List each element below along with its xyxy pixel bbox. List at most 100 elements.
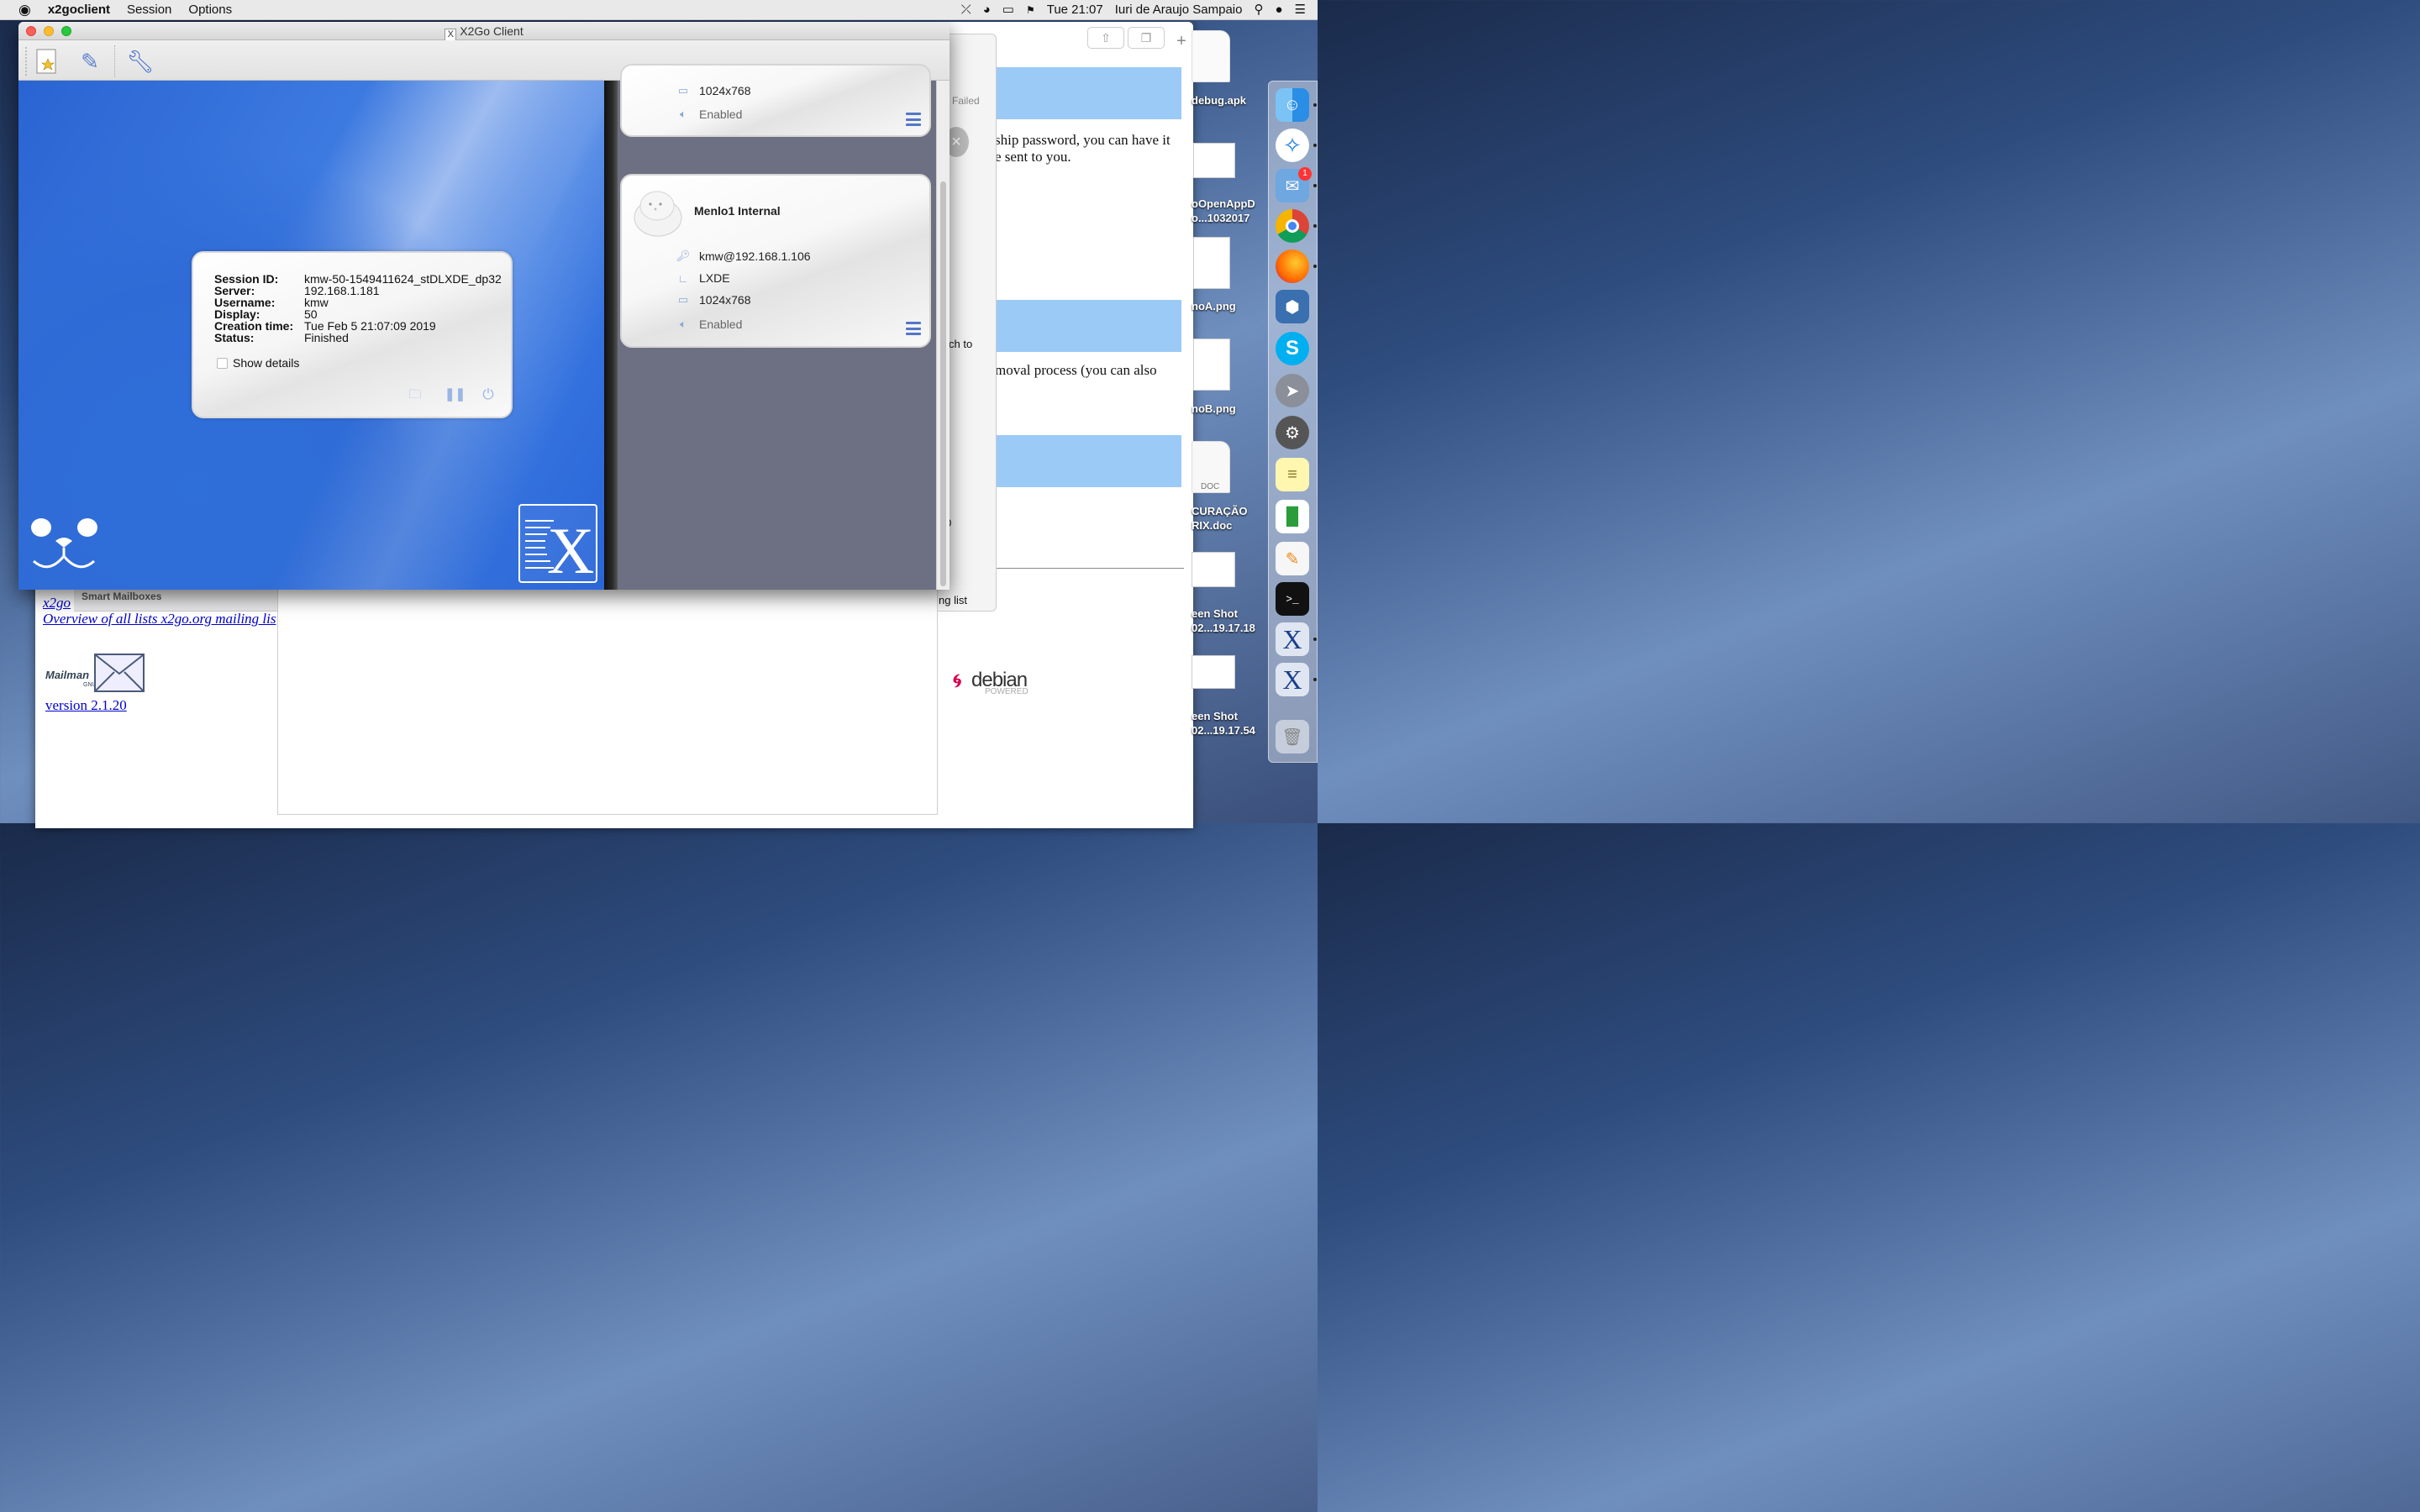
terminal-icon[interactable]: >_ [1276,582,1309,616]
running-indicator [1313,265,1317,268]
firefox-icon[interactable] [1276,249,1309,283]
doc-file-icon[interactable]: DOC [1192,441,1230,493]
app-menu[interactable]: x2goclient [39,0,118,20]
running-indicator [1313,103,1317,107]
link-overview-lists[interactable]: Overview of all lists x2go.org mailing l… [43,611,276,627]
wifi-icon[interactable]: ◕ [977,0,997,20]
smart-mailboxes-label[interactable]: Smart Mailboxes [82,591,161,602]
chrome-icon[interactable] [1276,209,1309,243]
session-sound-label: Enabled [699,108,743,121]
edit-session-pencil-icon[interactable]: ✎ [76,47,104,76]
field-label: Username: [214,296,276,309]
launchpad-rocket-icon[interactable]: ➤ [1276,374,1309,407]
session-field-row: Creation time: Tue Feb 5 21:07:09 2019 [214,320,502,332]
menu-bar: ◉ x2goclient Session Options ⤫ ◕ ▭ ⚑ Tue… [0,0,1318,20]
battery-icon[interactable]: ▭ [997,0,1020,20]
desktop-file-label[interactable]: een Shot 02...19.17.54 [1192,709,1255,738]
x2go-app-icon[interactable]: X [1276,663,1309,696]
tabs-icon[interactable]: ❐ [1128,27,1165,49]
show-details-label[interactable]: Show details [233,356,299,370]
file-thumbnail[interactable] [1192,655,1235,689]
blue-band [995,435,1181,487]
system-preferences-icon[interactable]: ⚙ [1276,416,1309,449]
field-value: Finished [304,331,349,344]
sound-icon: 🔈︎ [680,108,687,120]
close-window-button[interactable] [26,26,36,36]
virtualbox-icon[interactable]: ⬢ [1276,290,1309,323]
mail-window [277,571,938,815]
x2go-client-icon[interactable]: X [1276,622,1309,656]
menu-options[interactable]: Options [180,0,240,20]
session-list-scrollbar[interactable] [936,81,950,590]
session-resolution: ▭ 1024x768 [676,84,751,97]
numbers-chart-icon[interactable]: █ [1276,500,1309,533]
desktop-file-label[interactable]: debug.apk [1192,93,1246,108]
toolbar-separator [114,45,115,77]
session-card[interactable]: Menlo1 Internal 🔑︎ kmw@192.168.1.106 ∟ LXD… [620,174,931,348]
zoom-window-button[interactable] [61,26,71,36]
file-thumbnail[interactable] [1192,552,1235,587]
file-thumbnail[interactable] [1193,237,1230,289]
folder-icon[interactable]: 🗀︎ [408,387,423,402]
title-bar[interactable]: X X2Go Client [18,22,950,41]
spotlight-search-icon[interactable]: ⚲ [1248,0,1269,20]
pages-icon[interactable]: ✎ [1276,542,1309,575]
user-name[interactable]: Iuri de Araujo Sampaio [1109,0,1249,20]
failed-label: Failed [952,95,980,107]
envelope-icon [94,654,145,692]
scrollbar-thumb[interactable] [940,181,946,586]
safari-icon[interactable]: ✧ [1276,129,1309,162]
desktop-file-label[interactable]: noA.png [1192,299,1236,313]
siri-icon[interactable]: ● [1269,0,1288,20]
session-status-dialog: Session ID: kmw-50-1549411624_stDLXDE_dp3… [192,251,513,418]
link-x2go[interactable]: x2go [43,595,71,612]
file-thumbnail[interactable] [1193,339,1230,391]
menu-session[interactable]: Session [118,0,180,20]
divider [995,568,1184,569]
debian-swirl-icon: 🌀︎ [953,670,962,691]
mailman-logo[interactable]: Mailman GNU [45,654,146,696]
doc-snippet: ch to [949,338,973,350]
mail-badge: 1 [1298,167,1312,181]
notification-center-icon[interactable]: ☰ [1289,0,1318,20]
terminate-power-icon[interactable]: ⏻︎ [481,387,496,402]
x2go-mascot-face-icon [30,514,97,573]
clock[interactable]: Tue 21:07 [1041,0,1109,20]
us-flag-icon[interactable]: ⚑ [1020,0,1041,20]
session-menu-icon[interactable] [906,113,921,126]
apk-file-icon[interactable] [1192,30,1230,82]
version-link[interactable]: version 2.1.20 [45,697,127,714]
running-indicator [1313,638,1317,641]
session-resolution: ▭ 1024x768 [676,293,751,307]
suspend-pause-icon[interactable]: ❚❚ [445,387,466,402]
share-icon[interactable]: ⇧ [1087,27,1124,49]
session-menu-icon[interactable] [906,322,921,335]
desktop-file-label[interactable]: oOpenAppD o...1032017 [1192,197,1255,225]
svg-text:X: X [547,514,594,581]
notes-icon[interactable]: ≡ [1276,458,1309,491]
minimize-window-button[interactable] [44,26,54,36]
apple-menu-icon[interactable]: ◉ [0,0,39,20]
new-tab-icon[interactable]: + [1170,32,1193,55]
desktop-file-label[interactable]: CURAÇÃO RIX.doc [1192,504,1247,533]
x2go-logo: X [518,504,597,587]
desktop-file-label[interactable]: een Shot 02...19.17.18 [1192,606,1255,635]
new-session-icon[interactable] [33,47,61,76]
session-resolution-label: 1024x768 [699,84,751,97]
skype-icon[interactable]: S [1276,332,1309,365]
desktop-file-label[interactable]: noB.png [1192,402,1236,416]
session-card[interactable]: ▭ 1024x768 🔈︎ Enabled [620,64,931,137]
pane-divider[interactable] [604,81,618,590]
session-login-label: kmw@192.168.1.106 [699,249,811,263]
toolbar-grip [25,47,29,76]
status-app-icon[interactable]: ⤫ [955,0,977,20]
show-details-checkbox[interactable] [217,358,228,369]
trash-icon[interactable]: 🗑︎ [1276,720,1309,753]
session-field-row: Server: 192.168.1.181 [214,285,502,297]
preferences-wrench-icon[interactable]: 🔧︎ [126,47,155,76]
doc-icon-label: DOC [1201,482,1220,491]
file-thumbnail[interactable] [1193,143,1235,178]
finder-icon[interactable]: ☺ [1276,88,1309,122]
desktop-type-icon: ∟ [677,271,689,285]
field-value: kmw-50-1549411624_stDLXDE_dp32 [304,272,502,286]
